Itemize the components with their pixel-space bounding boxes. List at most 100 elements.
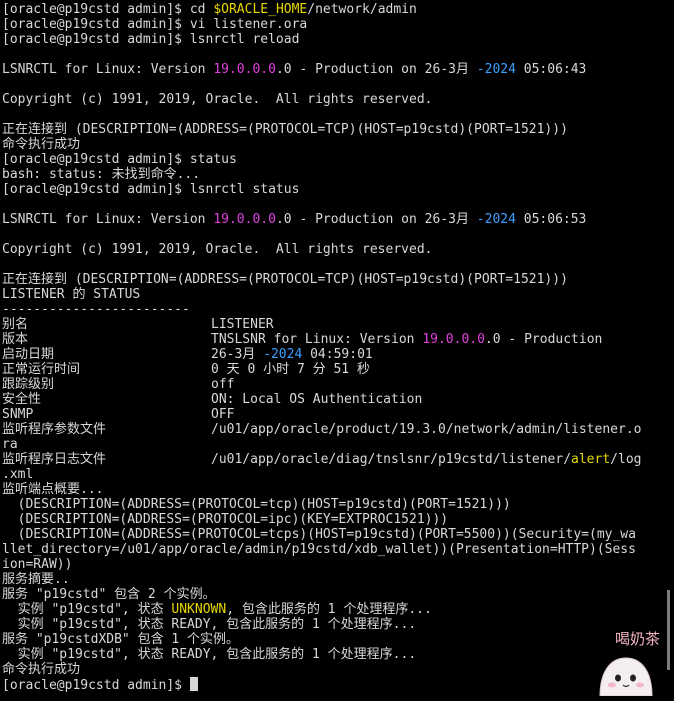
- terminal-line: 监听端点概要...: [2, 482, 664, 497]
- text-segment: 26-3月: [211, 347, 264, 362]
- terminal-line: LSNRCTL for Linux: Version 19.0.0.0.0 - …: [2, 62, 664, 77]
- text-segment: .0 - Production on 26-3月: [275, 62, 477, 77]
- status-key: 跟踪级别: [2, 377, 55, 392]
- text-segment: LISTENER 的 STATUS: [2, 287, 141, 302]
- terminal-line: [oracle@p19cstd admin]$ status: [2, 152, 664, 167]
- status-key: 版本: [2, 332, 29, 347]
- text-segment: [oracle@p19cstd admin]$ status: [2, 152, 237, 167]
- terminal-line: llet_directory=/u01/app/oracle/admin/p19…: [2, 542, 664, 557]
- terminal-line: LSNRCTL for Linux: Version 19.0.0.0.0 - …: [2, 212, 664, 227]
- text-segment: -2024: [476, 62, 516, 77]
- status-value: 26-3月 -2024 04:59:01: [211, 347, 373, 362]
- status-value: /u01/app/oracle/product/19.3.0/network/a…: [211, 422, 641, 437]
- status-value: ON: Local OS Authentication: [211, 392, 422, 407]
- terminal-prompt: [oracle@p19cstd admin]$: [2, 678, 190, 693]
- terminal-line: 服务 "p19cstd" 包含 2 个实例。: [2, 587, 664, 602]
- text-segment: Copyright (c) 1991, 2019, Oracle. All ri…: [2, 92, 433, 107]
- terminal-line: 正在连接到 (DESCRIPTION=(ADDRESS=(PROTOCOL=TC…: [2, 122, 664, 137]
- text-segment: (DESCRIPTION=(ADDRESS=(PROTOCOL=tcp)(HOS…: [2, 497, 511, 512]
- text-segment: TNSLSNR for Linux: Version: [211, 332, 423, 347]
- status-value: /u01/app/oracle/diag/tnslsnr/p19cstd/lis…: [211, 452, 641, 467]
- text-segment: .0 - Production: [484, 332, 603, 347]
- text-segment: ------------------------: [2, 302, 190, 317]
- terminal-window[interactable]: [oracle@p19cstd admin]$ cd $ORACLE_HOME/…: [0, 0, 664, 696]
- terminal-line: [oracle@p19cstd admin]$ lsnrctl status: [2, 182, 664, 197]
- status-value: OFF: [211, 407, 234, 422]
- status-key: 正常运行时间: [2, 362, 81, 377]
- terminal-line: 实例 "p19cstd", 状态 READY, 包含此服务的 1 个处理程序..…: [2, 617, 664, 632]
- status-row: SNMP OFF: [2, 407, 664, 422]
- text-segment: 05:06:43: [515, 62, 587, 77]
- terminal-line: 命令执行成功: [2, 662, 664, 677]
- status-row: ra: [2, 437, 664, 452]
- status-row: 启动日期 26-3月 -2024 04:59:01: [2, 347, 664, 362]
- terminal-line: 实例 "p19cstd", 状态 READY, 包含此服务的 1 个处理程序..…: [2, 647, 664, 662]
- status-value: 0 天 0 小时 7 分 51 秒: [211, 362, 370, 377]
- text-segment: , 包含此服务的 1 个处理程序...: [226, 602, 432, 617]
- terminal-output-tail: 监听端点概要... (DESCRIPTION=(ADDRESS=(PROTOCO…: [2, 482, 664, 677]
- status-key: 监听程序日志文件: [2, 452, 107, 467]
- text-segment: /u01/app/oracle/diag/tnslsnr/p19cstd/lis…: [211, 452, 572, 467]
- text-segment: LSNRCTL for Linux: Version: [2, 212, 214, 227]
- text-segment: [oracle@p19cstd admin]$ cd: [2, 2, 214, 17]
- text-segment: 19.0.0.0: [422, 332, 485, 347]
- text-segment: 正在连接到 (DESCRIPTION=(ADDRESS=(PROTOCOL=TC…: [2, 272, 568, 287]
- terminal-line: 服务 "p19cstdXDB" 包含 1 个实例。: [2, 632, 664, 647]
- terminal-line: 服务摘要..: [2, 572, 664, 587]
- text-segment: 监听端点概要...: [2, 482, 104, 497]
- status-key: SNMP: [2, 407, 34, 422]
- text-segment: 命令执行成功: [2, 137, 81, 152]
- text-segment: alert: [571, 452, 611, 467]
- text-segment: 04:59:01: [302, 347, 373, 362]
- terminal-line: 正在连接到 (DESCRIPTION=(ADDRESS=(PROTOCOL=TC…: [2, 272, 664, 287]
- watermark-sticker: 喝奶茶: [586, 628, 664, 697]
- scrollbar-thumb[interactable]: [667, 590, 670, 670]
- status-key: 启动日期: [2, 347, 55, 362]
- text-segment: ra: [2, 437, 18, 452]
- text-segment: .xml: [2, 467, 34, 482]
- text-segment: [oracle@p19cstd admin]$ lsnrctl status: [2, 182, 300, 197]
- status-row: 监听程序参数文件/u01/app/oracle/product/19.3.0/n…: [2, 422, 664, 437]
- text-segment: off: [211, 377, 235, 392]
- status-row: 别名 LISTENER: [2, 317, 664, 332]
- text-segment: 服务摘要..: [2, 572, 70, 587]
- text-segment: 0 天 0 小时 7 分 51 秒: [211, 362, 370, 377]
- terminal-prompt-line[interactable]: [oracle@p19cstd admin]$: [2, 677, 664, 693]
- status-row: 版本 TNSLSNR for Linux: Version 19.0.0.0.0 …: [2, 332, 664, 347]
- text-segment: ON: Local OS Authentication: [211, 392, 423, 407]
- terminal-scrollbar[interactable]: [664, 0, 674, 696]
- text-segment: 实例 "p19cstd", 状态 READY, 包含此服务的 1 个处理程序..…: [2, 617, 417, 632]
- text-segment: 19.0.0.0: [213, 212, 276, 227]
- terminal-output-head: [oracle@p19cstd admin]$ cd $ORACLE_HOME/…: [2, 2, 664, 317]
- terminal-line: [oracle@p19cstd admin]$ vi listener.ora: [2, 17, 664, 32]
- text-segment: ion=RAW)): [2, 557, 73, 572]
- terminal-line: ------------------------: [2, 302, 664, 317]
- text-segment: 正在连接到 (DESCRIPTION=(ADDRESS=(PROTOCOL=TC…: [2, 122, 568, 137]
- status-row: 跟踪级别 off: [2, 377, 664, 392]
- terminal-line: [oracle@p19cstd admin]$ lsnrctl reload: [2, 32, 664, 47]
- text-segment: /network/admin: [307, 2, 417, 17]
- text-segment: [oracle@p19cstd admin]$ vi listener.ora: [2, 17, 308, 32]
- text-segment: 05:06:53: [515, 212, 587, 227]
- terminal-line: Copyright (c) 1991, 2019, Oracle. All ri…: [2, 242, 664, 257]
- status-row: 安全性 ON: Local OS Authentication: [2, 392, 664, 407]
- text-segment: [oracle@p19cstd admin]$ lsnrctl reload: [2, 32, 300, 47]
- text-segment: .0 - Production on 26-3月: [275, 212, 477, 227]
- text-cursor: [189, 677, 198, 691]
- text-segment: -2024: [476, 212, 516, 227]
- status-row: 监听程序日志文件/u01/app/oracle/diag/tnslsnr/p19…: [2, 452, 664, 467]
- terminal-line: [oracle@p19cstd admin]$ cd $ORACLE_HOME/…: [2, 2, 664, 17]
- text-segment: UNKNOWN: [171, 602, 227, 617]
- text-segment: (DESCRIPTION=(ADDRESS=(PROTOCOL=ipc)(KEY…: [2, 512, 449, 527]
- terminal-line: LISTENER 的 STATUS: [2, 287, 664, 302]
- text-segment: bash: status: 未找到命令...: [2, 167, 201, 182]
- terminal-line: 实例 "p19cstd", 状态 UNKNOWN, 包含此服务的 1 个处理程序…: [2, 602, 664, 617]
- terminal-line: (DESCRIPTION=(ADDRESS=(PROTOCOL=ipc)(KEY…: [2, 512, 664, 527]
- text-segment: 服务 "p19cstd" 包含 2 个实例。: [2, 587, 216, 602]
- text-segment: 服务 "p19cstdXDB" 包含 1 个实例。: [2, 632, 240, 647]
- text-segment: 19.0.0.0: [213, 62, 276, 77]
